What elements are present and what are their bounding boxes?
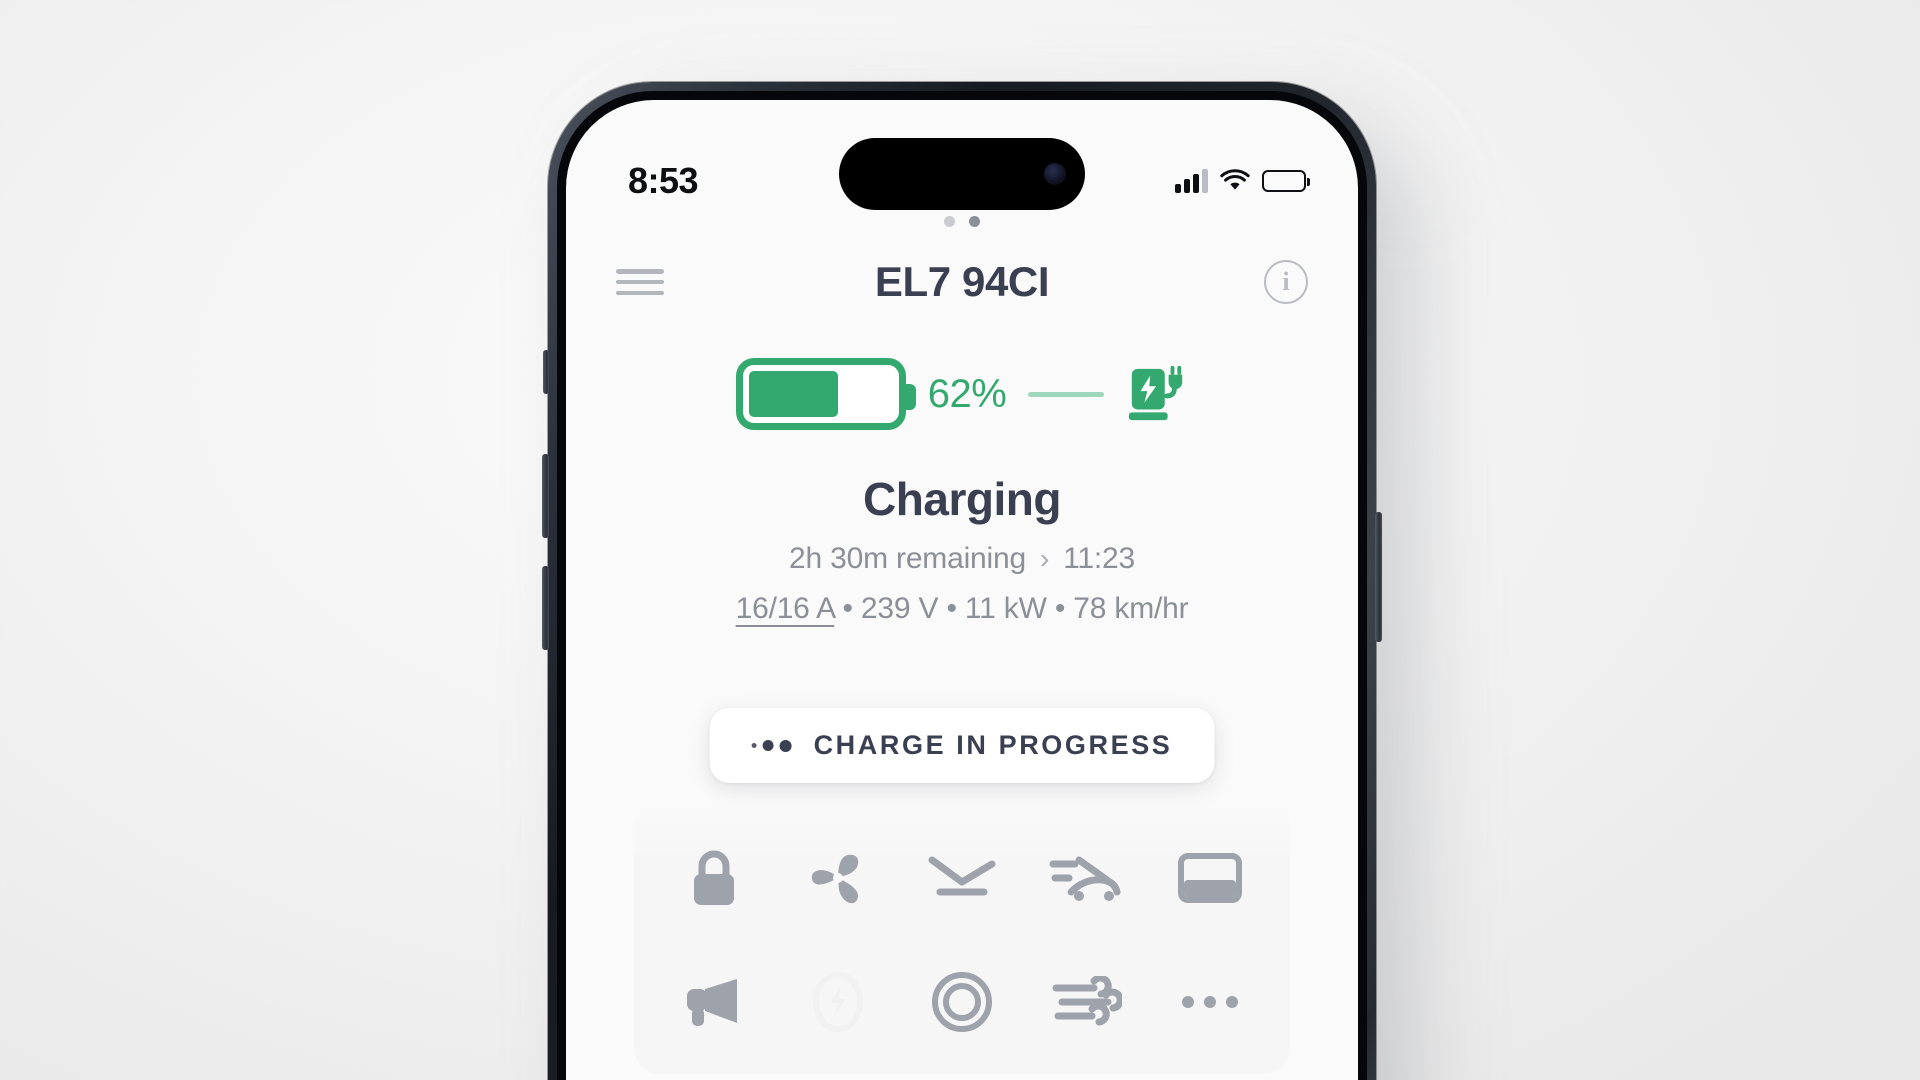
info-glyph: i [1282, 267, 1290, 296]
charge-specs-row: 16/16 A • 239 V • 11 kW • 78 km/hr [566, 592, 1358, 626]
charge-eta-text: 2h 30m remaining [789, 542, 1026, 575]
page-dot-2[interactable] [969, 216, 980, 227]
status-time: 8:53 [628, 160, 699, 201]
fan-icon[interactable] [792, 834, 884, 922]
page-title: EL7 94CI [874, 258, 1050, 305]
charge-in-progress-label: CHARGE IN PROGRESS [813, 730, 1173, 760]
volume-down-button[interactable] [542, 566, 549, 650]
steering-wheel-icon[interactable] [916, 958, 1008, 1046]
page-indicator-dots[interactable] [944, 216, 980, 227]
battery-summary-row: 62% [566, 358, 1358, 430]
quick-actions-grid [634, 800, 1290, 1074]
lock-icon[interactable] [668, 834, 760, 922]
info-icon[interactable]: i [1264, 260, 1308, 304]
ev-charging-station-icon [1129, 365, 1183, 421]
spec-separator-2: • [946, 592, 957, 625]
charge-status-title: Charging [863, 473, 1061, 525]
status-indicators [1175, 169, 1310, 193]
spec-power: 11 kW [964, 592, 1047, 625]
defrost-icon[interactable] [1040, 958, 1132, 1046]
charge-status-block: Charging 2h 30m remaining › 11:23 16/16 … [566, 472, 1358, 626]
charge-in-progress-button[interactable]: CHARGE IN PROGRESS [709, 708, 1215, 783]
spec-rate: 78 km/hr [1073, 592, 1189, 625]
wifi-icon [1220, 169, 1250, 190]
trunk-icon[interactable] [1040, 834, 1132, 922]
phone-bezel: 8:53 EL7 94CI i 62% Charging 2h 30m rema… [557, 91, 1367, 1080]
charge-eta-row[interactable]: 2h 30m remaining › 11:23 [566, 542, 1358, 576]
more-icon[interactable] [1164, 958, 1256, 1046]
horn-icon[interactable] [668, 958, 760, 1046]
spec-separator-1: • [842, 592, 853, 625]
charge-port-icon[interactable] [792, 958, 884, 1046]
progress-dots-icon [751, 739, 792, 752]
vehicle-battery-icon [735, 358, 916, 430]
front-camera-icon [1044, 163, 1066, 185]
app-header: EL7 94CI i [566, 242, 1358, 322]
dynamic-island [839, 138, 1085, 210]
spec-amps[interactable]: 16/16 A [736, 592, 835, 625]
silent-switch[interactable] [543, 350, 549, 394]
chevron-right-icon: › [1039, 543, 1050, 574]
spec-volts: 239 V [860, 592, 939, 625]
vehicle-battery-fill [748, 371, 838, 417]
cellular-signal-icon [1175, 169, 1208, 193]
charge-link-line [1028, 391, 1105, 397]
window-icon[interactable] [1164, 834, 1256, 922]
battery-icon [1262, 170, 1310, 192]
phone-device: 8:53 EL7 94CI i 62% Charging 2h 30m rema… [542, 82, 1382, 1080]
hamburger-menu-icon[interactable] [616, 265, 664, 299]
frunk-icon[interactable] [916, 834, 1008, 922]
power-button[interactable] [1375, 512, 1382, 642]
battery-percent-label: 62% [927, 371, 1007, 416]
spec-separator-3: • [1054, 592, 1066, 625]
charge-eta-time: 11:23 [1063, 542, 1135, 575]
volume-up-button[interactable] [542, 454, 549, 538]
page-dot-1[interactable] [944, 216, 955, 227]
phone-screen: 8:53 EL7 94CI i 62% Charging 2h 30m rema… [566, 100, 1358, 1080]
